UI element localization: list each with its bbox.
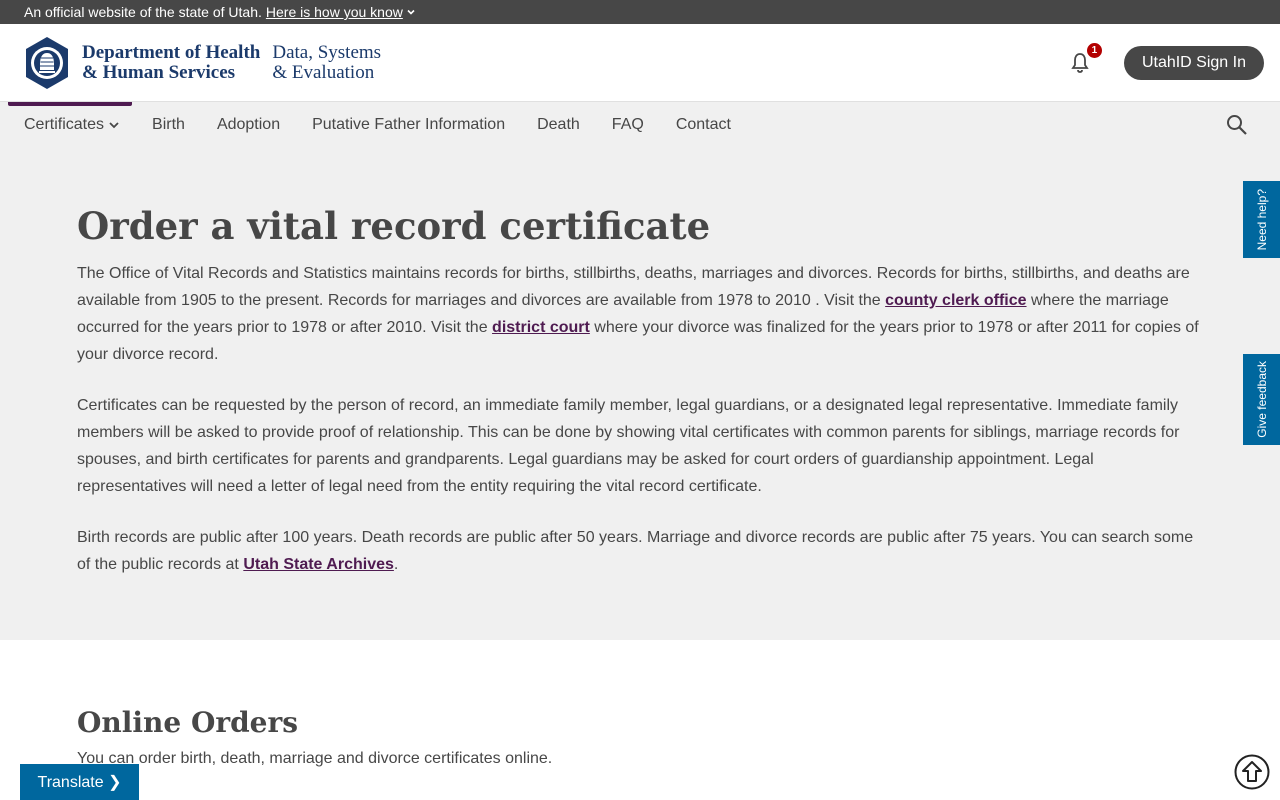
give-feedback-tab[interactable]: Give feedback: [1243, 354, 1280, 445]
nav-active-indicator: [8, 102, 132, 106]
notification-badge: 1: [1086, 42, 1102, 58]
header-actions: 1 UtahID Sign In: [1068, 42, 1264, 80]
site-header: Department of Health & Human Services Da…: [0, 24, 1280, 102]
utahid-signin-button[interactable]: UtahID Sign In: [1123, 45, 1264, 80]
chevron-down-icon: [407, 9, 415, 15]
scroll-to-top-icon[interactable]: [1234, 754, 1270, 790]
need-help-tab[interactable]: Need help?: [1243, 181, 1280, 258]
dept-name-line2: & Human Services: [82, 61, 236, 83]
nav-item-label: Certificates: [24, 116, 105, 133]
official-text: An official website of the state of Utah…: [24, 4, 262, 20]
nav-item-putative-father[interactable]: Putative Father Information: [312, 116, 505, 134]
notifications-button[interactable]: 1: [1068, 42, 1102, 75]
nav-item-certificates[interactable]: Certificates: [24, 116, 120, 134]
hero-section: Order a vital record certificate The Off…: [0, 148, 1280, 640]
translate-button[interactable]: Translate ❯: [20, 764, 139, 800]
public-records-paragraph: Birth records are public after 100 years…: [77, 524, 1203, 578]
public-records-text-2: .: [393, 556, 399, 573]
district-court-link[interactable]: district court: [492, 319, 590, 336]
main-nav: Certificates Birth Adoption Putative Fat…: [0, 102, 1280, 148]
online-orders-section: Online Orders You can order birth, death…: [0, 640, 1280, 771]
page-title: Order a vital record certificate: [77, 204, 711, 248]
need-help-label: Need help?: [1254, 188, 1269, 251]
dept-name: Department of Health & Human Services: [82, 41, 261, 83]
how-you-know-label: Here is how you know: [265, 4, 403, 20]
chevron-down-icon: [109, 122, 119, 129]
how-you-know-link[interactable]: Here is how you know: [266, 4, 416, 20]
division-line1: Data, Systems: [272, 41, 382, 63]
utah-state-archives-link[interactable]: Utah State Archives: [243, 556, 394, 573]
nav-item-faq[interactable]: FAQ: [612, 116, 644, 134]
intro-paragraph: The Office of Vital Records and Statisti…: [77, 260, 1203, 368]
dhhs-logo[interactable]: Department of Health & Human Services Da…: [24, 36, 381, 90]
eligibility-paragraph: Certificates can be requested by the per…: [77, 397, 1180, 495]
nav-item-death[interactable]: Death: [537, 116, 580, 134]
nav-item-contact[interactable]: Contact: [676, 116, 731, 134]
official-banner: An official website of the state of Utah…: [0, 0, 1280, 24]
give-feedback-label: Give feedback: [1254, 361, 1269, 438]
county-clerk-link[interactable]: county clerk office: [885, 292, 1026, 309]
division-name: Data, Systems & Evaluation: [272, 41, 382, 83]
nav-item-adoption[interactable]: Adoption: [217, 116, 280, 134]
search-icon[interactable]: [1226, 114, 1248, 136]
utah-seal-icon: [26, 36, 68, 89]
online-orders-title: Online Orders: [77, 706, 298, 739]
online-orders-text: You can order birth, death, marriage and…: [77, 750, 553, 767]
dept-name-line1: Department of Health: [82, 41, 261, 63]
nav-item-birth[interactable]: Birth: [152, 116, 185, 134]
division-line2: & Evaluation: [272, 61, 375, 83]
